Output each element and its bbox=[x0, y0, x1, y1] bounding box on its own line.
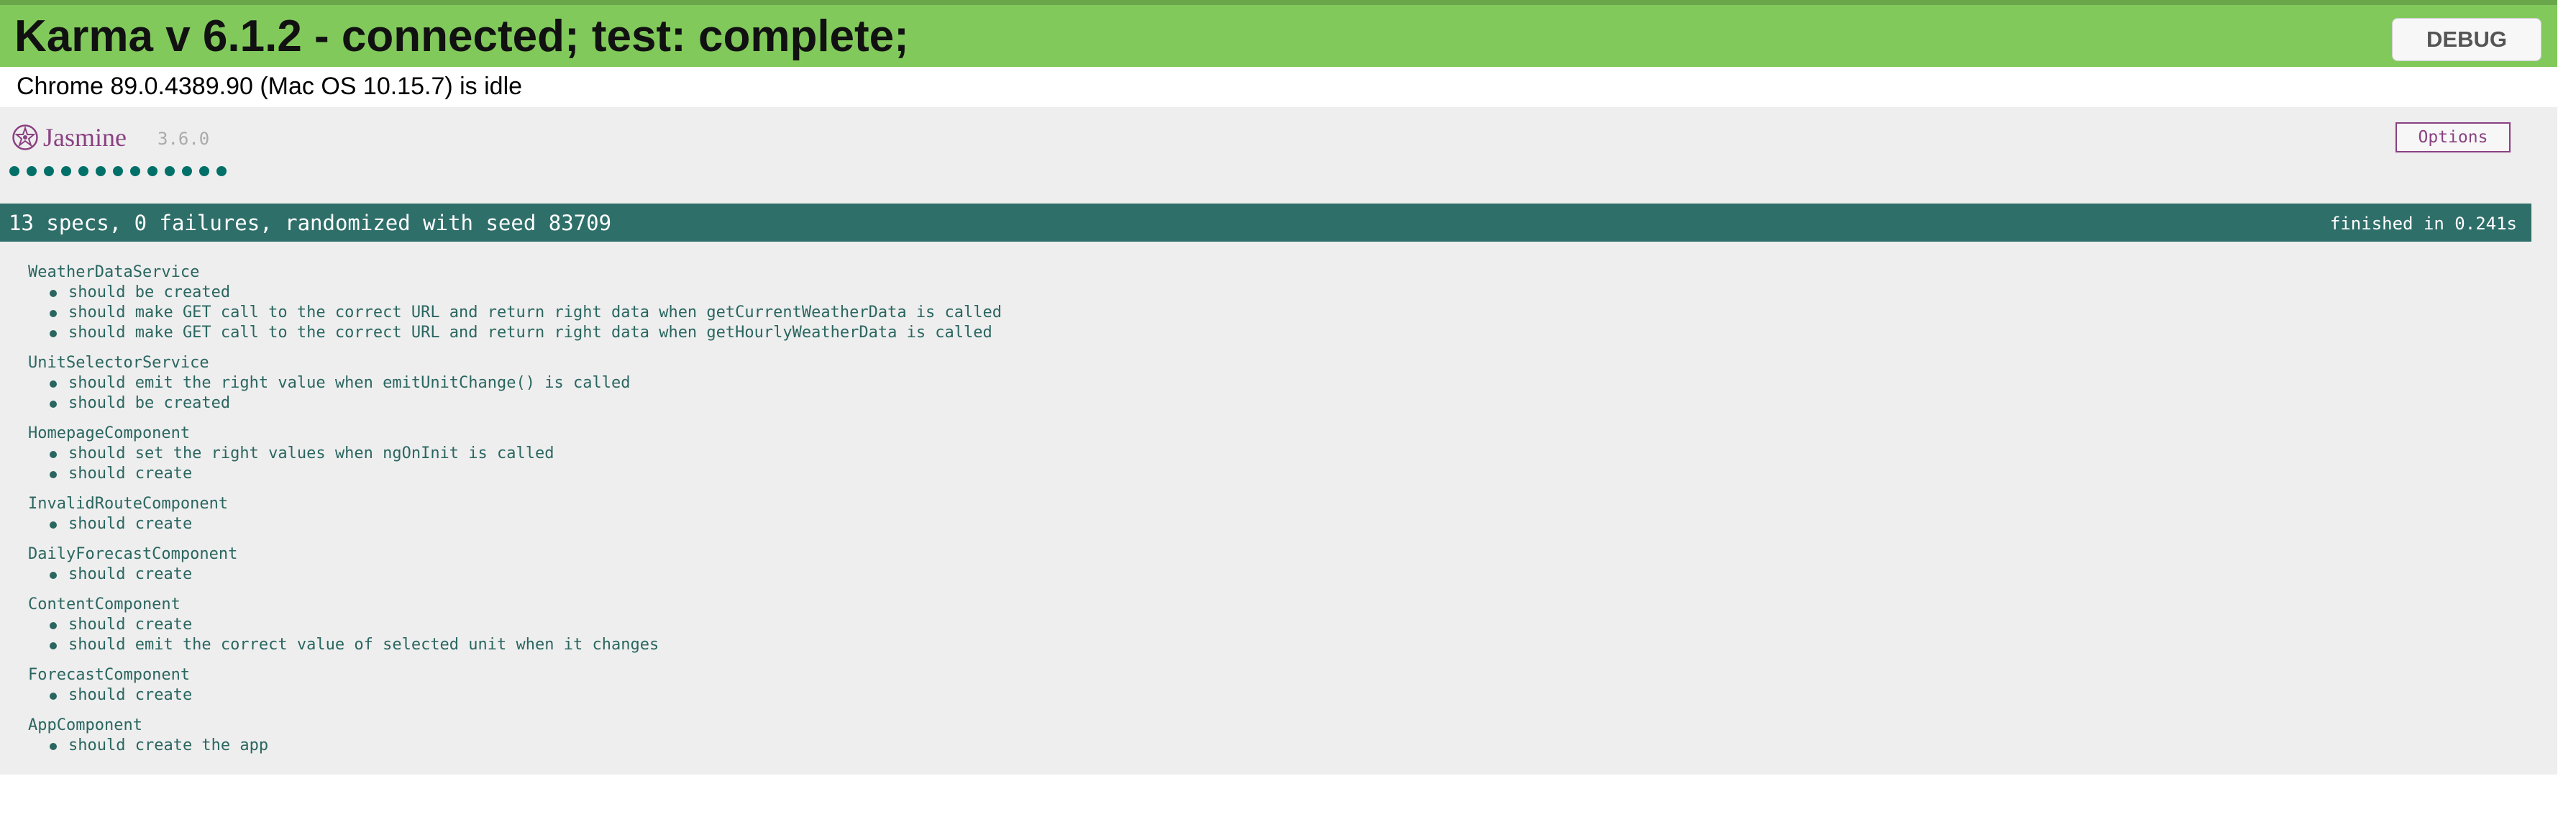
passed-bullet-icon bbox=[50, 642, 57, 649]
passed-spec-dot[interactable] bbox=[182, 166, 192, 176]
passed-spec-dot[interactable] bbox=[147, 166, 157, 176]
passed-bullet-icon bbox=[50, 572, 57, 579]
spec-link[interactable]: should be created bbox=[68, 394, 230, 412]
passed-bullet-icon bbox=[50, 310, 57, 317]
spec-row: should create the app bbox=[0, 736, 2531, 756]
passed-bullet-icon bbox=[50, 471, 57, 478]
passed-spec-dot[interactable] bbox=[165, 166, 175, 176]
jasmine-logo-text: Jasmine bbox=[43, 123, 127, 152]
suite-name-link[interactable]: DailyForecastComponent bbox=[0, 544, 2531, 565]
spec-link[interactable]: should set the right values when ngOnIni… bbox=[68, 444, 554, 462]
spec-row: should emit the correct value of selecte… bbox=[0, 635, 2531, 655]
spec-row: should create bbox=[0, 685, 2531, 706]
spec-row: should be created bbox=[0, 283, 2531, 303]
karma-banner: Karma v 6.1.2 - connected; test: complet… bbox=[0, 0, 2557, 67]
passed-bullet-icon bbox=[50, 401, 57, 408]
suite: ContentComponent should create should emit… bbox=[0, 595, 2531, 655]
suite: UnitSelectorService should emit the right… bbox=[0, 353, 2531, 414]
spec-row: should create bbox=[0, 615, 2531, 635]
spec-link[interactable]: should create the app bbox=[68, 736, 268, 754]
passed-spec-dot[interactable] bbox=[130, 166, 140, 176]
passed-spec-dot[interactable] bbox=[61, 166, 71, 176]
suite-name-link[interactable]: WeatherDataService bbox=[0, 263, 2531, 283]
duration-text: finished in 0.241s bbox=[2329, 214, 2517, 234]
browser-status: Chrome 89.0.4389.90 (Mac OS 10.15.7) is … bbox=[17, 73, 523, 100]
spec-link[interactable]: should make GET call to the correct URL … bbox=[68, 324, 992, 342]
suite-name-link[interactable]: UnitSelectorService bbox=[0, 353, 2531, 373]
jasmine-reporter: Jasmine 3.6.0 Options 13 specs, 0 failur… bbox=[0, 107, 2557, 775]
spec-row: should emit the right value when emitUni… bbox=[0, 373, 2531, 393]
passed-spec-dot[interactable] bbox=[216, 166, 227, 176]
passed-spec-dot[interactable] bbox=[9, 166, 19, 176]
summary-text: 13 specs, 0 failures, randomized with se… bbox=[9, 211, 612, 235]
suite: InvalidRouteComponent should create bbox=[0, 494, 2531, 534]
passed-bullet-icon bbox=[50, 521, 57, 529]
suite-name-link[interactable]: HomepageComponent bbox=[0, 424, 2531, 444]
options-button[interactable]: Options bbox=[2395, 122, 2511, 152]
spec-row: should make GET call to the correct URL … bbox=[0, 323, 2531, 343]
spec-link[interactable]: should make GET call to the correct URL … bbox=[68, 303, 1002, 321]
passed-bullet-icon bbox=[50, 330, 57, 337]
passed-spec-dot[interactable] bbox=[27, 166, 37, 176]
results-list: WeatherDataService should be created shoul… bbox=[0, 263, 2531, 766]
suite: AppComponent should create the app bbox=[0, 716, 2531, 756]
spec-result-dots bbox=[9, 166, 227, 176]
jasmine-flower-icon bbox=[12, 124, 38, 150]
jasmine-logo[interactable]: Jasmine bbox=[12, 123, 127, 152]
passed-bullet-icon bbox=[50, 622, 57, 629]
spec-link[interactable]: should emit the correct value of selecte… bbox=[68, 636, 659, 654]
suite-name-link[interactable]: AppComponent bbox=[0, 716, 2531, 736]
spec-row: should make GET call to the correct URL … bbox=[0, 303, 2531, 323]
spec-link[interactable]: should create bbox=[68, 515, 192, 533]
spec-link[interactable]: should emit the right value when emitUni… bbox=[68, 374, 630, 392]
debug-button[interactable]: DEBUG bbox=[2392, 18, 2541, 61]
spec-link[interactable]: should create bbox=[68, 465, 192, 483]
suite: WeatherDataService should be created shoul… bbox=[0, 263, 2531, 343]
suite: DailyForecastComponent should create bbox=[0, 544, 2531, 585]
spec-link[interactable]: should be created bbox=[68, 283, 230, 301]
passed-bullet-icon bbox=[50, 743, 57, 750]
suite-name-link[interactable]: InvalidRouteComponent bbox=[0, 494, 2531, 514]
spec-link[interactable]: should create bbox=[68, 616, 192, 634]
passed-spec-dot[interactable] bbox=[96, 166, 106, 176]
passed-bullet-icon bbox=[50, 451, 57, 458]
spec-link[interactable]: should create bbox=[68, 565, 192, 583]
summary-bar: 13 specs, 0 failures, randomized with se… bbox=[0, 204, 2531, 242]
spec-row: should create bbox=[0, 464, 2531, 484]
spec-row: should set the right values when ngOnIni… bbox=[0, 444, 2531, 464]
passed-spec-dot[interactable] bbox=[199, 166, 209, 176]
passed-spec-dot[interactable] bbox=[113, 166, 123, 176]
spec-row: should be created bbox=[0, 393, 2531, 414]
passed-bullet-icon bbox=[50, 693, 57, 700]
spec-link[interactable]: should create bbox=[68, 686, 192, 704]
spec-row: should create bbox=[0, 565, 2531, 585]
suite-name-link[interactable]: ForecastComponent bbox=[0, 665, 2531, 685]
passed-bullet-icon bbox=[50, 380, 57, 388]
suite: ForecastComponent should create bbox=[0, 665, 2531, 706]
passed-bullet-icon bbox=[50, 290, 57, 297]
passed-spec-dot[interactable] bbox=[78, 166, 88, 176]
spec-row: should create bbox=[0, 514, 2531, 534]
passed-spec-dot[interactable] bbox=[44, 166, 54, 176]
suite-name-link[interactable]: ContentComponent bbox=[0, 595, 2531, 615]
suite: HomepageComponent should set the right va… bbox=[0, 424, 2531, 484]
karma-status-title: Karma v 6.1.2 - connected; test: complet… bbox=[14, 12, 909, 61]
jasmine-version: 3.6.0 bbox=[157, 129, 210, 149]
